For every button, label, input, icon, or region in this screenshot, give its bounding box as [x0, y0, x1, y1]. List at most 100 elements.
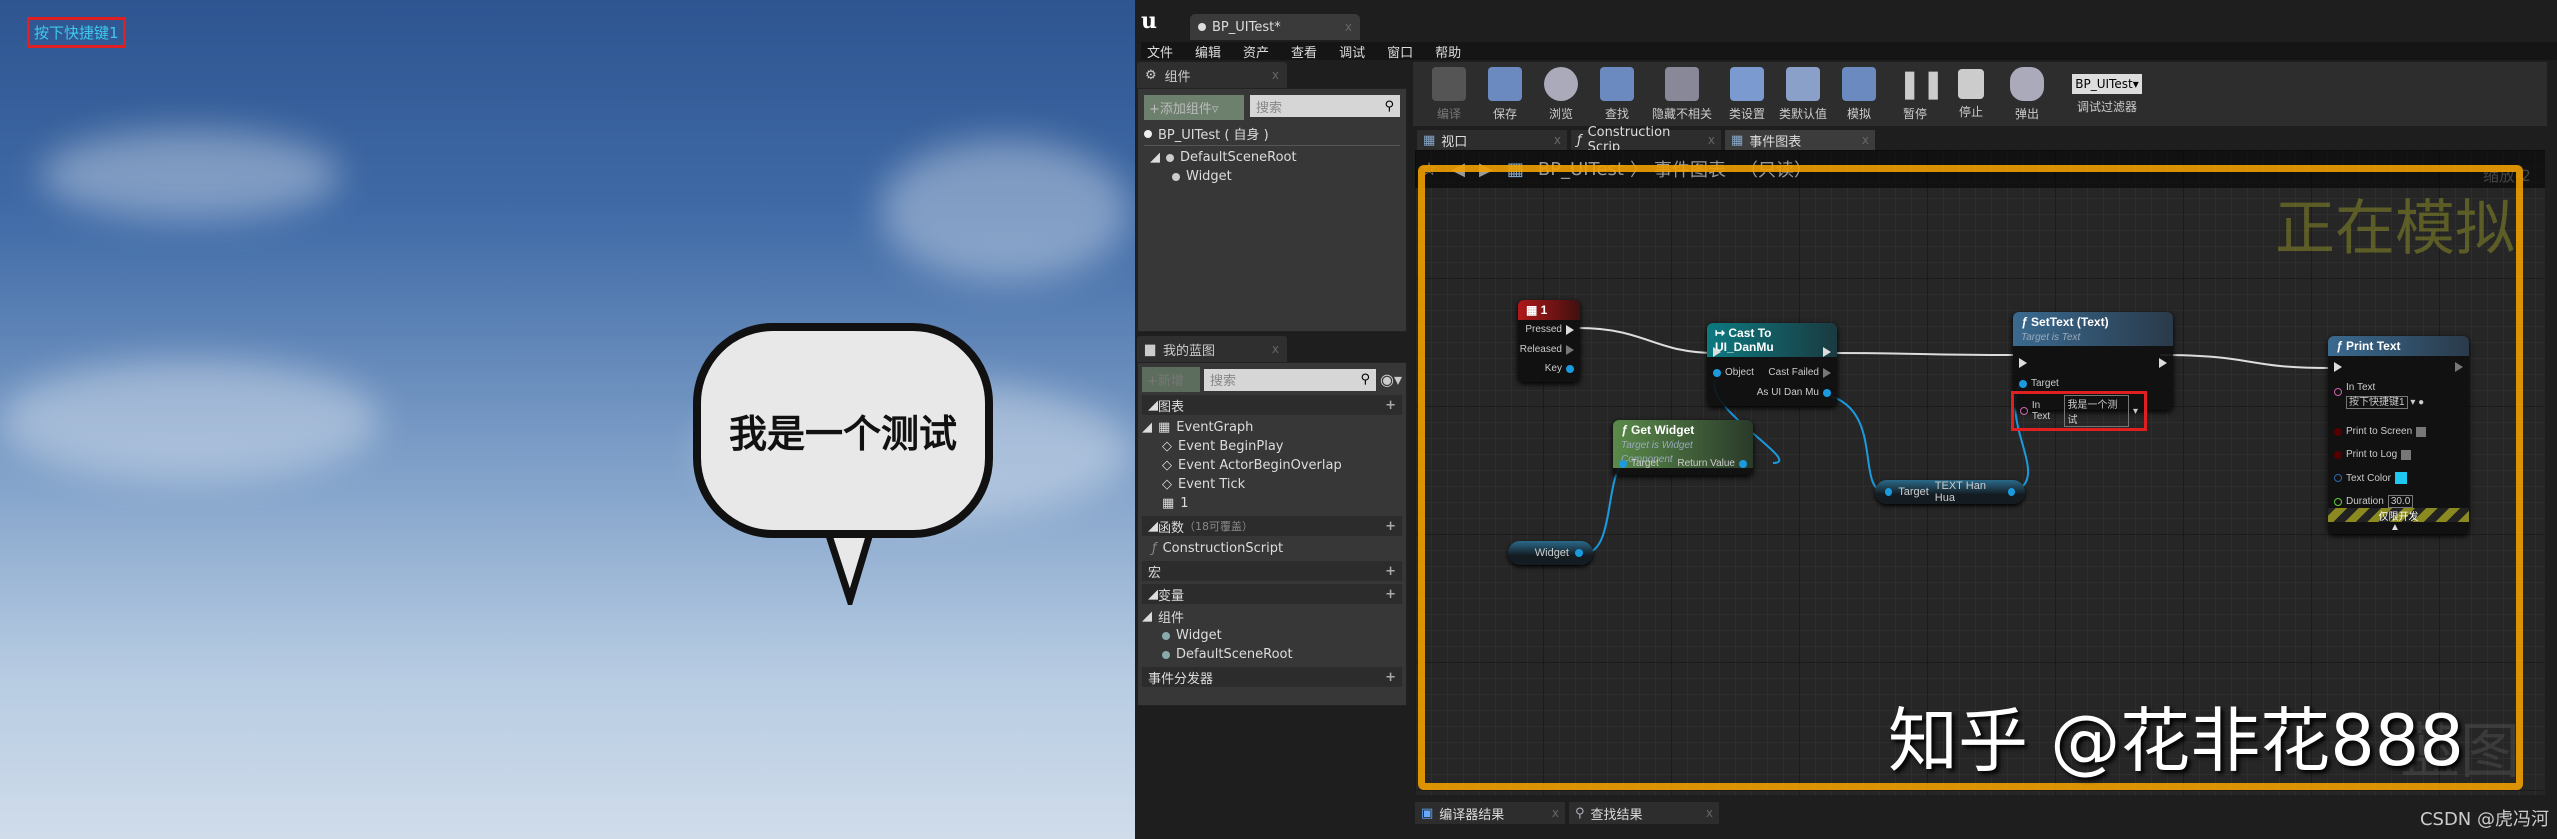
save-button[interactable]: 保存 — [1479, 66, 1531, 122]
menu-view[interactable]: 查看 — [1291, 46, 1317, 61]
pin-print-to-log[interactable]: Print to Log — [2334, 449, 2412, 460]
variable-category[interactable]: ◢ 组件 — [1142, 607, 1402, 626]
pin-released[interactable]: Released — [1520, 344, 1574, 355]
add-new-button[interactable]: +新增 — [1142, 367, 1200, 392]
component-widget[interactable]: Widget — [1144, 167, 1400, 186]
add-graph-icon[interactable]: + — [1385, 398, 1396, 413]
exec-in[interactable] — [2019, 358, 2027, 368]
print-text-node[interactable]: ƒ Print Text In Text 按下快捷键1 ▾ ● Print to … — [2328, 336, 2469, 534]
duration-input[interactable]: 30.0 — [2387, 495, 2414, 508]
add-component-button[interactable]: +添加组件▿ — [1144, 95, 1244, 120]
add-dispatcher-icon[interactable]: + — [1385, 670, 1396, 685]
pin-duration[interactable]: Duration 30.0 — [2334, 495, 2414, 508]
close-icon[interactable]: x — [1552, 806, 1559, 820]
pin-target[interactable]: Target — [1619, 458, 1659, 469]
menu-window[interactable]: 窗口 — [1387, 46, 1413, 61]
pin-return-value[interactable]: Return Value — [1677, 458, 1747, 469]
exec-out[interactable] — [2159, 358, 2167, 368]
variable-item[interactable]: Widget — [1142, 626, 1402, 645]
exec-in[interactable] — [2334, 362, 2342, 372]
in-text-pin-highlighted[interactable]: In Text 我是一个测试 ▾ — [2011, 391, 2147, 431]
function-item[interactable]: ƒ ConstructionScript — [1142, 539, 1402, 558]
component-defaultsceneroot[interactable]: ◢ DefaultSceneRoot — [1144, 148, 1400, 167]
add-variable-icon[interactable]: + — [1385, 587, 1396, 602]
blueprint-search-input[interactable]: 搜索 ⚲ — [1204, 368, 1376, 391]
pin-pressed[interactable]: Pressed — [1525, 324, 1574, 335]
pin-key[interactable]: Key — [1545, 363, 1574, 374]
my-blueprint-tab[interactable]: ▆ 我的蓝图 x — [1137, 336, 1287, 362]
key-event-node[interactable]: ▦ 1 Pressed Released Key — [1518, 300, 1580, 382]
graph-item-eventgraph[interactable]: ◢ ▦ EventGraph — [1142, 418, 1402, 437]
debug-object-select[interactable]: BP_UITest▾ — [2072, 73, 2142, 94]
component-self[interactable]: BP_UITest ( 自身 ) — [1144, 124, 1400, 143]
pin-object[interactable]: Object — [1713, 367, 1754, 378]
add-macro-icon[interactable]: + — [1385, 564, 1396, 579]
class-settings-button[interactable]: 类设置 — [1721, 66, 1773, 122]
in-text-input[interactable]: 按下快捷键1 — [2346, 396, 2408, 409]
add-function-icon[interactable]: + — [1385, 519, 1396, 534]
graph-item[interactable]: ◇ Event ActorBeginOverlap — [1142, 456, 1402, 475]
text-hanhua-node[interactable]: Target TEXT Han Hua — [1875, 480, 2025, 504]
section-macros[interactable]: 宏 + — [1142, 561, 1402, 581]
compile-button[interactable]: 编译 — [1423, 66, 1475, 122]
pin-text-color[interactable]: Text Color — [2334, 472, 2408, 484]
menu-asset[interactable]: 资产 — [1243, 46, 1269, 61]
exec-out[interactable] — [2455, 362, 2463, 372]
components-search-input[interactable]: 搜索 ⚲ — [1250, 95, 1400, 117]
close-icon[interactable]: x — [1862, 133, 1869, 147]
in-text-input[interactable]: 我是一个测试 — [2064, 395, 2129, 427]
close-icon[interactable]: x — [1272, 68, 1279, 82]
tab-viewport[interactable]: ▦ 视口 x — [1417, 130, 1567, 150]
section-variables[interactable]: ◢ 变量 + — [1142, 584, 1402, 604]
graph-item[interactable]: ◇ Event BeginPlay — [1142, 437, 1402, 456]
pause-button[interactable]: ❚❚ 暂停 — [1889, 67, 1945, 122]
graph-item[interactable]: ▦ 1 — [1142, 494, 1402, 513]
pin-cast-failed[interactable]: Cast Failed — [1768, 367, 1831, 378]
close-icon[interactable]: x — [1708, 133, 1715, 147]
class-defaults-button[interactable]: 类默认值 — [1777, 66, 1829, 122]
section-functions[interactable]: ◢ 函数 （18可覆盖） + — [1142, 516, 1402, 536]
dropdown-icon[interactable]: ▾ — [2133, 406, 2138, 417]
tab-compiler-results[interactable]: ▣ 编译器结果 x — [1415, 802, 1565, 824]
simulate-button[interactable]: 模拟 — [1833, 66, 1885, 122]
pin-in-text[interactable]: In Text 按下快捷键1 ▾ ● — [2334, 382, 2424, 409]
pin-target[interactable]: Target — [2019, 378, 2059, 389]
variable-item[interactable]: DefaultSceneRoot — [1142, 645, 1402, 664]
close-icon[interactable]: x — [1272, 342, 1279, 356]
menu-debug[interactable]: 调试 — [1339, 46, 1365, 61]
find-button[interactable]: 查找 — [1591, 66, 1643, 122]
expand-arrow-icon[interactable]: ▲ — [2390, 522, 2400, 533]
color-swatch[interactable] — [2395, 472, 2408, 484]
get-widget-node[interactable]: ƒ Get Widget Target is Widget Component T… — [1613, 420, 1753, 475]
section-graphs[interactable]: ◢ 图表 + — [1142, 395, 1402, 415]
tab-construction-script[interactable]: ƒ Construction Scrip x — [1571, 125, 1721, 155]
pin-as-ui-danmu[interactable]: As UI Dan Mu — [1757, 387, 1831, 398]
tab-find-results[interactable]: ⚲ 查找结果 x — [1569, 802, 1719, 824]
close-icon[interactable]: x — [1554, 133, 1561, 147]
graph-item[interactable]: ◇ Event Tick — [1142, 475, 1402, 494]
hide-unrelated-button[interactable]: 隐藏不相关 — [1647, 66, 1717, 122]
menu-help[interactable]: 帮助 — [1435, 46, 1461, 61]
eye-icon[interactable]: ◉▾ — [1380, 370, 1402, 389]
label: 模拟 — [1846, 106, 1871, 121]
exec-out[interactable] — [1823, 347, 1831, 357]
exec-in[interactable] — [1713, 347, 1721, 357]
components-tab[interactable]: ⚙ 组件 x — [1137, 62, 1287, 88]
close-icon[interactable]: x — [1345, 20, 1352, 34]
close-icon[interactable]: x — [1706, 806, 1713, 820]
widget-variable-node[interactable]: Widget — [1508, 541, 1593, 565]
tab-event-graph[interactable]: ▦ 事件图表 x — [1725, 130, 1875, 150]
section-dispatchers[interactable]: 事件分发器 + — [1142, 667, 1402, 687]
set-text-node[interactable]: ƒ SetText (Text) Target is Text Target In… — [2011, 312, 2173, 431]
checkbox[interactable] — [2401, 449, 2412, 460]
window-tab[interactable]: BP_UITest* x — [1190, 14, 1360, 40]
browse-button[interactable]: 浏览 — [1535, 66, 1587, 122]
menu-file[interactable]: 文件 — [1147, 46, 1173, 61]
eject-button[interactable]: 弹出 — [2001, 66, 2053, 122]
checkbox[interactable] — [2416, 426, 2427, 437]
pin-print-to-screen[interactable]: Print to Screen — [2334, 426, 2427, 437]
cast-node[interactable]: ↦ Cast To UI_DanMu Object Cast Failed As… — [1707, 323, 1837, 406]
event-graph-canvas[interactable]: ☆ ◀ ▶ ▦ BP_UITest 〉事件图表 （只读） 缩放-2 正在模拟 蓝图 ▦ 1… — [1415, 150, 2545, 795]
stop-button[interactable]: 停止 — [1945, 68, 1997, 120]
menu-edit[interactable]: 编辑 — [1195, 46, 1221, 61]
